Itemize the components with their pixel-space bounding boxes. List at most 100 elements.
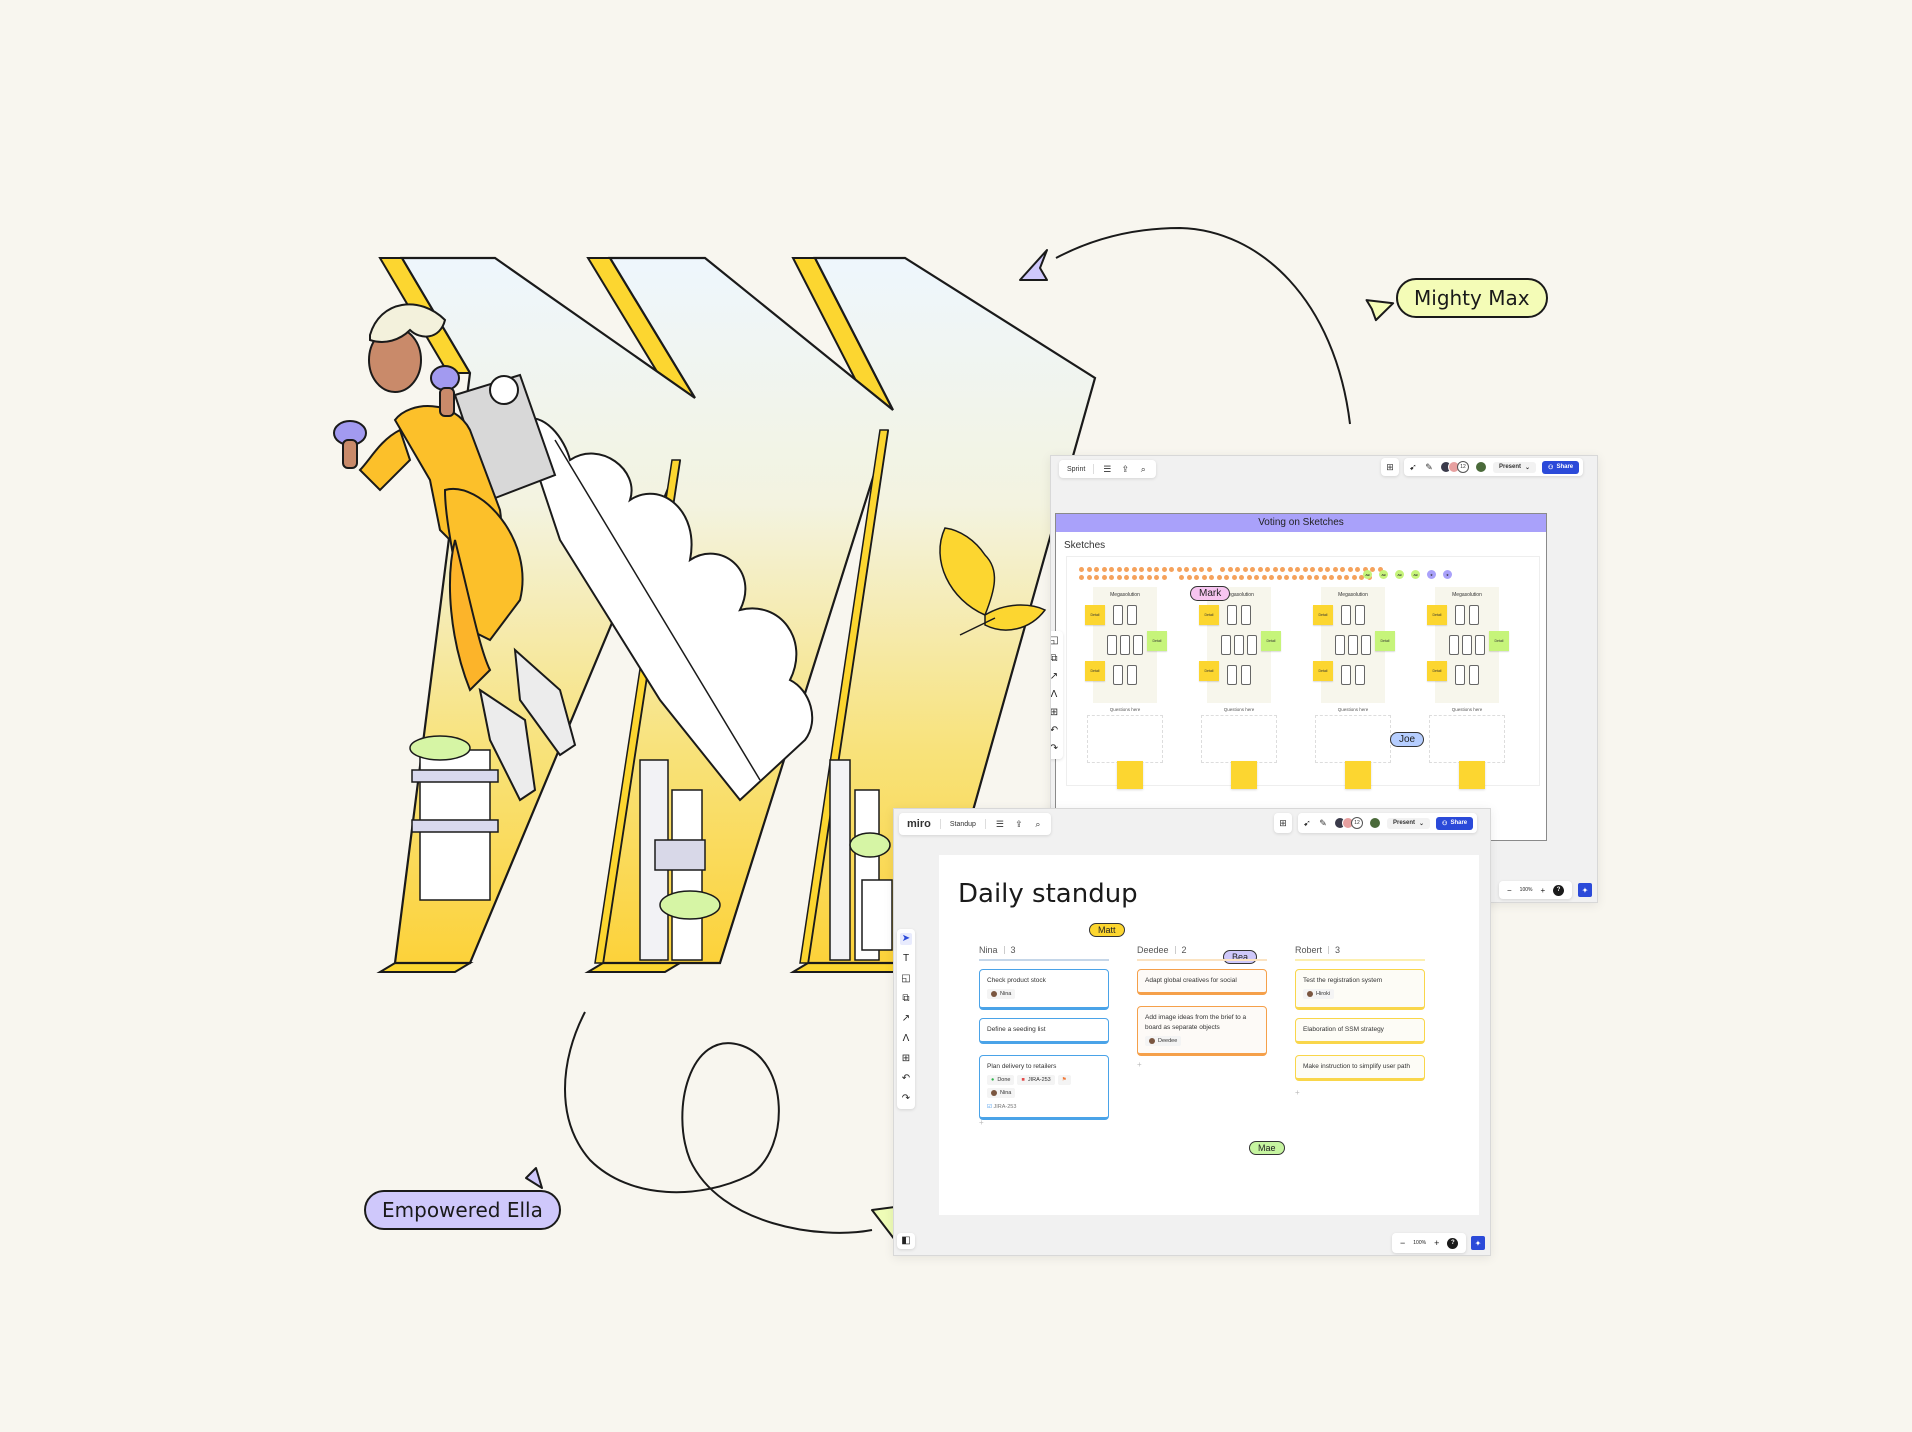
undo-icon[interactable]: ↶ [1051,725,1060,737]
collaborator-avatars[interactable]: 12 [1334,817,1363,829]
sticky-note[interactable]: Detail [1199,661,1219,681]
celebrate-icon[interactable]: ✎ [1318,818,1328,828]
undo-icon[interactable]: ↶ [900,1073,912,1085]
sticky-note[interactable]: Detail [1313,661,1333,681]
add-card-button[interactable]: + [1295,1088,1300,1097]
board-name[interactable]: Standup [950,821,976,828]
task-card[interactable]: Test the registration system Hiroki [1295,969,1425,1010]
linked-issue[interactable]: ☑ JIRA-253 [987,1103,1101,1111]
voter-avatar[interactable]: AB [1411,570,1420,579]
connector-icon[interactable]: ↗ [900,1013,912,1025]
questions-box[interactable] [1201,715,1277,763]
sticky-note-icon[interactable]: ◱ [900,973,912,985]
shapes-icon[interactable]: ⧉ [1051,653,1060,665]
task-card[interactable]: Plan delivery to retailers ● Done ■ JIRA-253… [979,1055,1109,1121]
vote-sticky-note[interactable] [1345,761,1371,789]
sticky-note[interactable]: Detail [1261,631,1281,651]
sticky-note[interactable]: Detail [1085,661,1105,681]
vote-sticky-note[interactable] [1459,761,1485,789]
status-chip[interactable]: ● Done [987,1074,1015,1085]
search-icon[interactable]: ⌕ [1033,819,1043,829]
task-card[interactable]: Check product stock Nina [979,969,1109,1010]
questions-box[interactable] [1087,715,1163,763]
vote-sticky-note[interactable] [1117,761,1143,789]
zoom-out-button[interactable]: − [1507,886,1512,895]
select-icon[interactable]: ➤ [900,933,912,945]
add-icon[interactable]: ⊞ [1051,707,1060,719]
redo-icon[interactable]: ↷ [900,1093,912,1105]
export-icon[interactable]: ⇪ [1120,464,1130,474]
zoom-in-button[interactable]: + [1540,886,1545,895]
sticky-note[interactable]: Detail [1427,661,1447,681]
zoom-level[interactable]: 100% [1413,1240,1426,1246]
ai-assist-button[interactable]: ✦ [1471,1236,1485,1250]
share-button[interactable]: ⚇ Share [1542,460,1580,474]
help-button[interactable]: ? [1553,884,1565,896]
assignee-chip[interactable]: Nina [987,1088,1016,1099]
present-button[interactable]: Present ⌄ [1387,817,1431,829]
sticky-note[interactable]: Detail [1199,605,1219,625]
pen-icon[interactable]: Λ [900,1033,912,1045]
zoom-level[interactable]: 100% [1520,887,1533,893]
current-user-avatar[interactable] [1475,461,1487,473]
pen-icon[interactable]: Λ [1051,689,1060,701]
current-user-avatar[interactable] [1369,817,1381,829]
task-card[interactable]: Make instruction to simplify user path [1295,1055,1425,1081]
vote-sticky-note[interactable] [1231,761,1257,789]
celebrate-icon[interactable]: ✎ [1424,462,1434,472]
present-button[interactable]: Present ⌄ [1493,461,1537,473]
connector-icon[interactable]: ↗ [1051,671,1060,683]
cursor-follow-icon[interactable]: ➹ [1302,818,1312,828]
ai-assist-button[interactable]: ✦ [1578,883,1592,897]
questions-box[interactable] [1315,715,1391,763]
task-card[interactable]: Define a seeding list [979,1018,1109,1044]
redo-icon[interactable]: ↷ [1051,743,1060,755]
help-button[interactable]: ? [1447,1237,1459,1249]
solution-sketch[interactable]: Megasolution Detail Detail Detail [1313,587,1395,703]
collaborator-avatars[interactable]: 12 [1440,461,1469,473]
sticky-note-icon[interactable]: ◱ [1051,635,1060,647]
voter-avatar[interactable]: ★ [1427,570,1436,579]
assignee-chip[interactable]: Hiroki [1303,988,1335,999]
export-icon[interactable]: ⇪ [1014,819,1024,829]
add-card-button[interactable]: + [1137,1060,1142,1069]
cursor-follow-icon[interactable]: ➹ [1408,462,1418,472]
miro-logo[interactable]: miro [907,818,931,830]
sticky-note[interactable]: Detail [1375,631,1395,651]
apps-button[interactable]: ⊞ [1381,458,1399,476]
zoom-in-button[interactable]: + [1434,1238,1439,1248]
assignee-chip[interactable]: Deedee [1145,1035,1182,1046]
task-card[interactable]: Elaboration of SSM strategy [1295,1018,1425,1044]
board-name[interactable]: Sprint [1067,466,1085,473]
priority-flag-icon[interactable]: ⚑ [1057,1074,1071,1085]
panel-toggle-button[interactable]: ◧ [897,1233,915,1249]
text-icon[interactable]: T [900,953,912,965]
jira-chip-label: JIRA-253 [1027,1076,1051,1083]
sticky-note[interactable]: Detail [1489,631,1509,651]
add-icon[interactable]: ⊞ [900,1053,912,1065]
apps-button[interactable]: ⊞ [1274,813,1292,833]
solution-sketch[interactable]: Megasolution Detail Detail Detail [1427,587,1509,703]
solution-sketch[interactable]: Megasolution Detail Detail Detail [1199,587,1281,703]
share-button[interactable]: ⚇ Share [1436,816,1474,830]
sticky-note[interactable]: Detail [1085,605,1105,625]
assignee-chip[interactable]: Nina [987,988,1016,999]
questions-box[interactable] [1429,715,1505,763]
task-card[interactable]: Add image ideas from the brief to a boar… [1137,1006,1267,1057]
voter-avatar[interactable]: AB [1363,570,1372,579]
sticky-note[interactable]: Detail [1427,605,1447,625]
task-card[interactable]: Adapt global creatives for social [1137,969,1267,995]
search-icon[interactable]: ⌕ [1138,464,1148,474]
solution-sketch[interactable]: Megasolution Detail Detail Detail [1085,587,1167,703]
voter-avatar[interactable]: ★ [1443,570,1452,579]
menu-icon[interactable]: ☰ [995,819,1005,829]
shapes-icon[interactable]: ⧉ [900,993,912,1005]
menu-icon[interactable]: ☰ [1102,464,1112,474]
zoom-out-button[interactable]: − [1400,1238,1405,1248]
sticky-note[interactable]: Detail [1313,605,1333,625]
voter-avatar[interactable]: AB [1395,570,1404,579]
jira-chip[interactable]: ■ JIRA-253 [1017,1074,1055,1085]
add-card-button[interactable]: + [979,1118,984,1127]
sticky-note[interactable]: Detail [1147,631,1167,651]
voter-avatar[interactable]: AB [1379,570,1388,579]
